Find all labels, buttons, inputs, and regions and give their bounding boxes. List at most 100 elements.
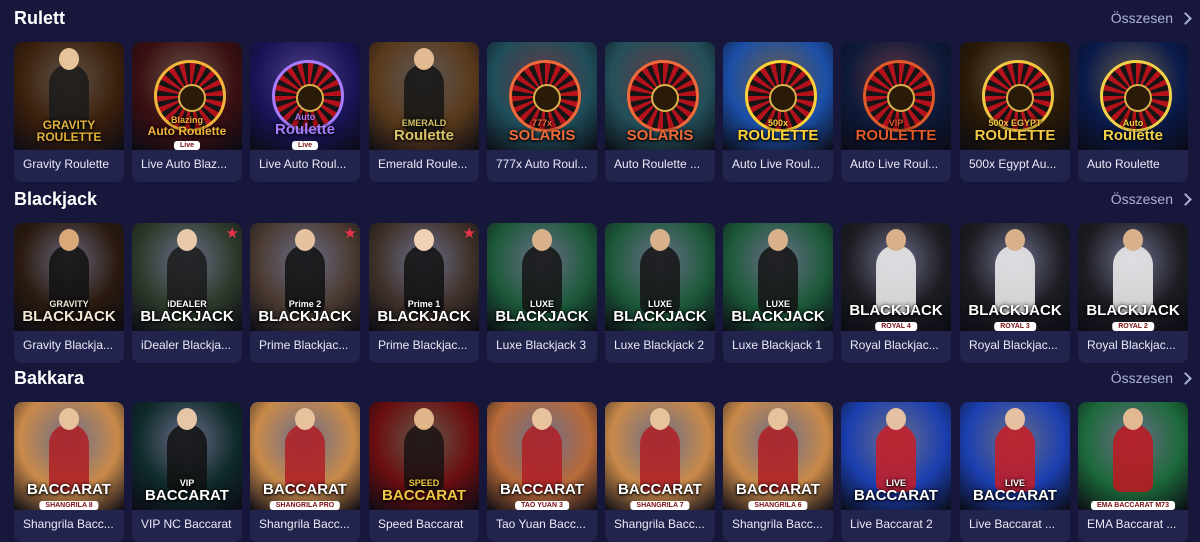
- game-logo: LUXE BLACKJACK: [489, 299, 595, 326]
- game-card[interactable]: BACCARAT SHANGRILA 8 Shangrila Bacc...: [14, 402, 124, 542]
- game-thumbnail: Auto Roulette: [1078, 42, 1188, 150]
- game-card[interactable]: GRAVITY ROULETTE Gravity Roulette: [14, 42, 124, 182]
- game-card[interactable]: SOLARIS Auto Roulette ...: [605, 42, 715, 182]
- game-logo: BLACKJACK: [1080, 303, 1186, 319]
- game-card[interactable]: Blazing Auto Roulette Live Live Auto Blaz..…: [132, 42, 242, 182]
- game-logo: SPEED BACCARAT: [371, 478, 477, 504]
- game-card[interactable]: BLACKJACK ROYAL 4 Royal Blackjac...: [841, 223, 951, 363]
- game-thumbnail: Prime 2 BLACKJACK ★: [250, 223, 360, 331]
- dealer-head: [59, 229, 79, 251]
- game-thumbnail: Blazing Auto Roulette Live: [132, 42, 242, 150]
- chevron-right-icon: [1179, 371, 1192, 385]
- game-card[interactable]: iDEALER BLACKJACK ★ iDealer Blackja...: [132, 223, 242, 363]
- logo-main-text: Roulette: [275, 121, 335, 139]
- logo-main-text: Roulette: [394, 127, 454, 145]
- game-thumbnail: BACCARAT TAO YUAN 3: [487, 402, 597, 510]
- see-all-link[interactable]: Összesen: [1110, 191, 1192, 207]
- game-logo: BACCARAT: [489, 482, 595, 498]
- game-title: Gravity Roulette: [23, 157, 110, 171]
- game-card[interactable]: BLACKJACK ROYAL 3 Royal Blackjac...: [960, 223, 1070, 363]
- game-card[interactable]: BACCARAT SHANGRILA 6 Shangrila Bacc...: [723, 402, 833, 542]
- game-title: Royal Blackjac...: [969, 338, 1058, 352]
- game-thumbnail: BLACKJACK ROYAL 3: [960, 223, 1070, 331]
- logo-main-text: BLACKJACK: [849, 302, 943, 320]
- logo-main-text: BLACKJACK: [1086, 302, 1180, 320]
- logo-main-text: Roulette: [1103, 127, 1163, 145]
- game-thumbnail: BACCARAT SHANGRILA PRO: [250, 402, 360, 510]
- logo-main-text: BLACKJACK: [495, 308, 589, 326]
- logo-main-text: BACCARAT: [973, 487, 1057, 505]
- game-card[interactable]: EMERALD Roulette Emerald Roule...: [369, 42, 479, 182]
- game-sub-badge: SHANGRILA 7: [630, 501, 690, 510]
- section-rulett: Rulett Összesen GRAVITY ROULETTE Gravity …: [0, 6, 1200, 182]
- game-card[interactable]: VIP ROULETTE Auto Live Roul...: [841, 42, 951, 182]
- game-title: Shangrila Bacc...: [614, 517, 705, 531]
- dealer-head: [295, 408, 315, 430]
- logo-main-text: BLACKJACK: [377, 308, 471, 326]
- game-thumbnail: BACCARAT SHANGRILA 7: [605, 402, 715, 510]
- game-logo: LIVE BACCARAT: [843, 478, 949, 505]
- game-sub-badge: Live: [291, 141, 319, 150]
- game-card[interactable]: LUXE BLACKJACK Luxe Blackjack 2: [605, 223, 715, 363]
- game-title: Live Baccarat 2: [850, 517, 933, 531]
- game-card[interactable]: BACCARAT TAO YUAN 3 Tao Yuan Bacc...: [487, 402, 597, 542]
- game-title: VIP NC Baccarat: [141, 517, 232, 531]
- dealer-head: [886, 408, 906, 430]
- game-thumbnail: LIVE BACCARAT: [960, 402, 1070, 510]
- game-card[interactable]: 777x SOLARIS 777x Auto Roul...: [487, 42, 597, 182]
- section-header: Bakkara Összesen: [0, 366, 1200, 396]
- logo-main-text: BLACKJACK: [22, 308, 116, 326]
- game-title: Luxe Blackjack 1: [732, 338, 823, 352]
- see-all-link[interactable]: Összesen: [1110, 370, 1192, 386]
- game-logo: GRAVITY BLACKJACK: [16, 299, 122, 326]
- game-card[interactable]: LUXE BLACKJACK Luxe Blackjack 3: [487, 223, 597, 363]
- roulette-wheel-icon: [627, 60, 699, 132]
- game-title: Prime Blackjac...: [378, 338, 468, 352]
- game-logo: 500x ROULETTE: [725, 118, 831, 144]
- game-logo: GRAVITY ROULETTE: [16, 118, 122, 144]
- logo-main-text: SOLARIS: [626, 127, 694, 145]
- see-all-label: Összesen: [1110, 191, 1173, 207]
- logo-main-text: BACCARAT: [736, 481, 820, 499]
- game-title: Shangrila Bacc...: [23, 517, 114, 531]
- game-card[interactable]: BACCARAT SHANGRILA PRO Shangrila Bacc...: [250, 402, 360, 542]
- game-card[interactable]: BLACKJACK ROYAL 2 Royal Blackjac...: [1078, 223, 1188, 363]
- game-card[interactable]: BACCARAT SHANGRILA 7 Shangrila Bacc...: [605, 402, 715, 542]
- see-all-label: Összesen: [1110, 370, 1173, 386]
- game-card[interactable]: SPEED BACCARAT Speed Baccarat: [369, 402, 479, 542]
- game-card[interactable]: VIP BACCARAT VIP NC Baccarat: [132, 402, 242, 542]
- logo-main-text: BLACKJACK: [613, 308, 707, 326]
- game-logo: Blazing Auto Roulette: [134, 115, 240, 138]
- game-card[interactable]: LIVE BACCARAT Live Baccarat 2: [841, 402, 951, 542]
- game-title: Luxe Blackjack 2: [614, 338, 705, 352]
- game-thumbnail: Auto Roulette Live: [250, 42, 360, 150]
- game-title: Shangrila Bacc...: [732, 517, 823, 531]
- dealer-head: [1005, 408, 1025, 430]
- game-card[interactable]: 500x EGYPT ROULETTE 500x Egypt Au...: [960, 42, 1070, 182]
- game-thumbnail: LUXE BLACKJACK: [605, 223, 715, 331]
- game-card[interactable]: Auto Roulette Live Live Auto Roul...: [250, 42, 360, 182]
- game-thumbnail: EMERALD Roulette: [369, 42, 479, 150]
- game-card[interactable]: Auto Roulette Auto Roulette: [1078, 42, 1188, 182]
- game-card[interactable]: LIVE BACCARAT Live Baccarat ...: [960, 402, 1070, 542]
- game-card[interactable]: 500x ROULETTE Auto Live Roul...: [723, 42, 833, 182]
- game-card[interactable]: LUXE BLACKJACK Luxe Blackjack 1: [723, 223, 833, 363]
- game-thumbnail: 500x ROULETTE: [723, 42, 833, 150]
- game-card[interactable]: EMA BACCARAT M73 EMA Baccarat ...: [1078, 402, 1188, 542]
- section-title: Bakkara: [14, 368, 85, 388]
- game-logo: VIP ROULETTE: [843, 118, 949, 144]
- game-title: Luxe Blackjack 3: [496, 338, 587, 352]
- game-thumbnail: LUXE BLACKJACK: [723, 223, 833, 331]
- game-card[interactable]: GRAVITY BLACKJACK Gravity Blackja...: [14, 223, 124, 363]
- star-icon: ★: [225, 225, 239, 242]
- game-card[interactable]: Prime 2 BLACKJACK ★ Prime Blackjac...: [250, 223, 360, 363]
- game-card[interactable]: Prime 1 BLACKJACK ★ Prime Blackjac...: [369, 223, 479, 363]
- game-logo: BACCARAT: [725, 482, 831, 498]
- see-all-link[interactable]: Összesen: [1111, 10, 1192, 26]
- game-logo: BLACKJACK: [962, 303, 1068, 319]
- logo-main-text: BACCARAT: [854, 487, 938, 505]
- game-title: EMA Baccarat ...: [1087, 517, 1177, 531]
- chevron-right-icon: [1179, 192, 1192, 206]
- game-logo: 500x EGYPT ROULETTE: [962, 118, 1068, 144]
- game-logo: LUXE BLACKJACK: [607, 299, 713, 326]
